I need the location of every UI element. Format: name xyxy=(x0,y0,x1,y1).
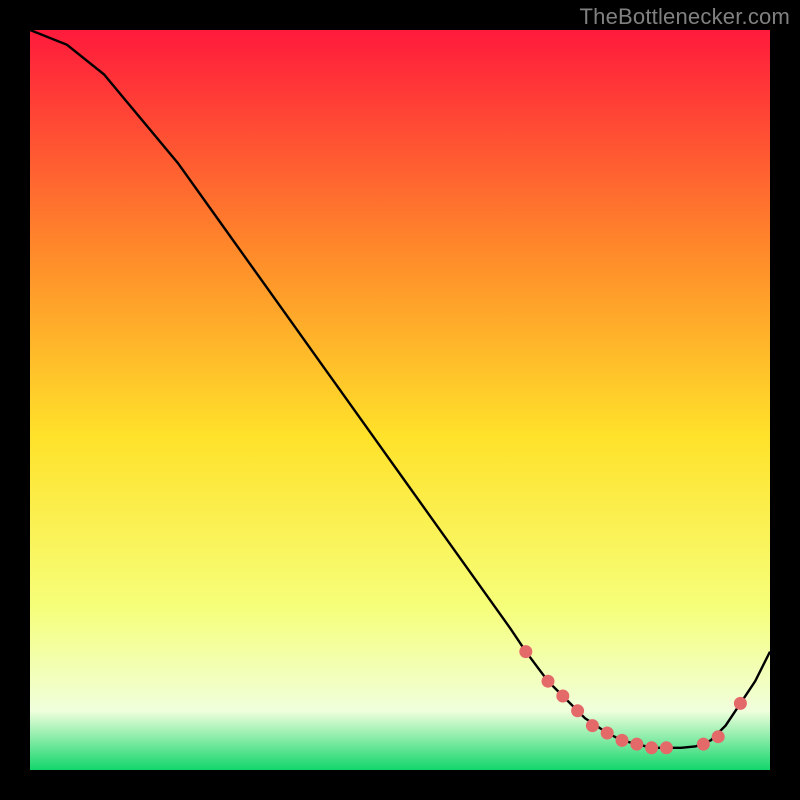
marker-point xyxy=(520,646,532,658)
gradient-background xyxy=(30,30,770,770)
marker-point xyxy=(660,742,672,754)
marker-point xyxy=(697,738,709,750)
plot-area xyxy=(30,30,770,770)
marker-point xyxy=(542,675,554,687)
chart-svg xyxy=(30,30,770,770)
marker-point xyxy=(616,734,628,746)
chart-container: TheBottlenecker.com xyxy=(0,0,800,800)
marker-point xyxy=(572,705,584,717)
marker-point xyxy=(557,690,569,702)
marker-point xyxy=(646,742,658,754)
marker-point xyxy=(631,738,643,750)
marker-point xyxy=(734,697,746,709)
marker-point xyxy=(586,720,598,732)
marker-point xyxy=(601,727,613,739)
marker-point xyxy=(712,731,724,743)
watermark-text: TheBottlenecker.com xyxy=(580,4,790,30)
